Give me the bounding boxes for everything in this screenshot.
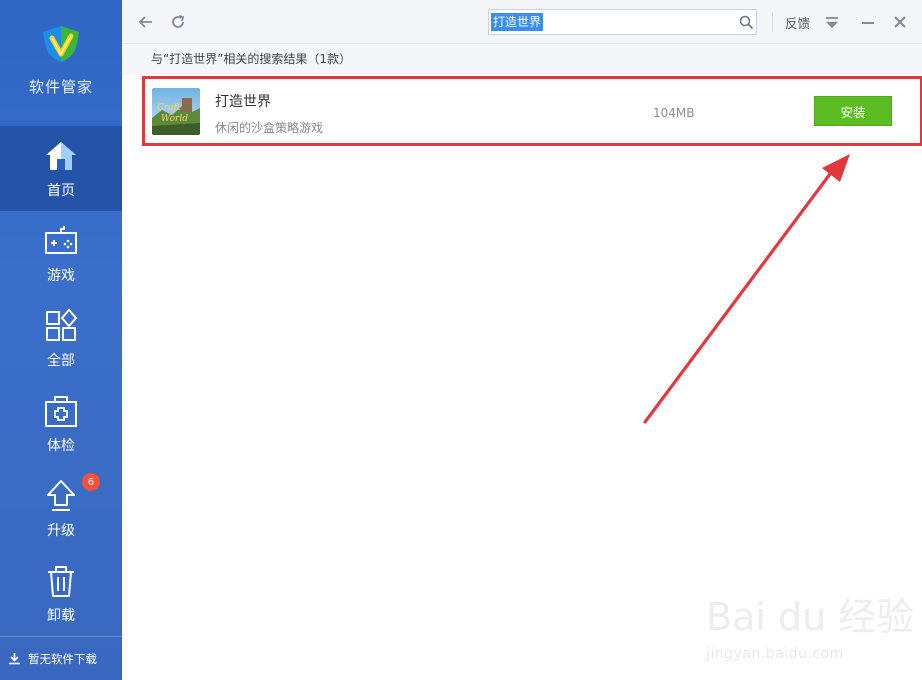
back-arrow-icon[interactable]	[136, 12, 156, 32]
topbar: 打造世界 反馈	[122, 0, 922, 44]
download-icon	[9, 653, 20, 665]
result-item[interactable]: Craft World 打造世界 休闲的沙盒策略游戏 104MB 安装	[142, 76, 922, 146]
sidebar: 软件管家 首页 游戏 全部 体检 升级 6 卸载 暂无软件下载	[0, 0, 122, 680]
sidebar-item-label: 体检	[47, 438, 75, 454]
sidebar-item-upgrade[interactable]: 升级 6	[0, 466, 122, 551]
upload-icon	[47, 480, 75, 511]
sidebar-item-home[interactable]: 首页	[0, 126, 122, 211]
close-icon[interactable]	[890, 12, 910, 32]
update-count-badge: 6	[82, 473, 100, 491]
app-size: 104MB	[653, 106, 695, 120]
sidebar-item-checkup[interactable]: 体检	[0, 381, 122, 466]
brand: 软件管家	[0, 0, 122, 126]
feedback-link[interactable]: 反馈	[785, 13, 810, 32]
brand-name: 软件管家	[28, 78, 93, 96]
craft-world-thumbnail-icon: Craft World	[152, 88, 200, 135]
toolbar-divider	[772, 12, 773, 32]
sidebar-item-label: 升级	[47, 523, 75, 539]
search-results-panel: 与“打造世界”相关的搜索结果（1款） Craft World 打造世界 休闲的沙…	[122, 44, 922, 680]
sidebar-item-label: 卸载	[47, 608, 75, 624]
search-selected-text: 打造世界	[491, 13, 544, 31]
app-thumbnail: Craft World	[152, 88, 200, 135]
sidebar-item-uninstall[interactable]: 卸载	[0, 551, 122, 636]
apps-grid-icon	[46, 308, 78, 341]
minimize-icon[interactable]	[858, 12, 878, 32]
dropdown-menu-icon[interactable]	[822, 12, 842, 32]
result-summary: 与“打造世界”相关的搜索结果（1款）	[122, 44, 922, 75]
sidebar-item-label: 游戏	[47, 268, 75, 284]
baidu-paw-logo-icon: Bai du 经验	[706, 595, 914, 639]
refresh-icon[interactable]	[168, 12, 188, 32]
watermark-site: jingyan.baidu.com	[706, 646, 844, 662]
app-name[interactable]: 打造世界	[215, 91, 271, 111]
home-icon	[46, 142, 76, 170]
gamepad-icon	[45, 226, 77, 254]
sidebar-item-label: 首页	[47, 183, 75, 199]
thumbnail-text-world: World	[161, 114, 188, 124]
medical-kit-icon	[45, 396, 77, 427]
sidebar-item-games[interactable]: 游戏	[0, 211, 122, 296]
baidu-watermark: Bai du 经验 jingyan.baidu.com	[706, 588, 916, 668]
sidebar-item-label: 全部	[47, 353, 75, 369]
search-icon[interactable]	[739, 15, 754, 30]
download-status[interactable]: 暂无软件下载	[0, 636, 122, 680]
shield-logo-icon	[43, 26, 79, 62]
download-status-label: 暂无软件下载	[28, 651, 97, 666]
sidebar-item-all[interactable]: 全部	[0, 296, 122, 381]
watermark-brand: Bai du 经验	[706, 595, 914, 639]
trash-icon	[48, 566, 74, 597]
search-box[interactable]: 打造世界	[488, 9, 757, 35]
thumbnail-text-craft: Craft	[157, 103, 181, 113]
app-description: 休闲的沙盒策略游戏	[215, 121, 324, 135]
install-button[interactable]: 安装	[814, 96, 892, 126]
